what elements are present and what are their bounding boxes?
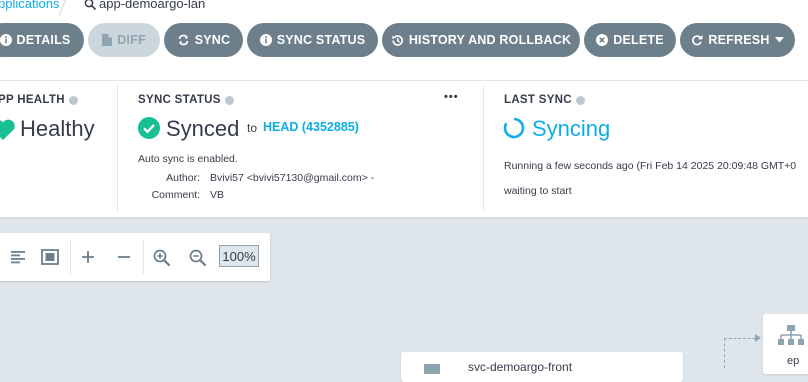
align-left-icon[interactable] [7, 247, 29, 267]
help-icon[interactable] [224, 95, 234, 105]
diff-button-label: DIFF [117, 33, 146, 47]
revision-link[interactable]: HEAD (4352885) [263, 120, 359, 134]
help-icon[interactable] [575, 95, 585, 105]
breadcrumb-applications-link[interactable]: pplications [0, 0, 59, 11]
column-divider [117, 85, 118, 211]
minus-icon[interactable] [113, 247, 135, 267]
sync-status-title-text: SYNC STATUS [138, 94, 221, 106]
status-panel [0, 81, 808, 217]
sync-button[interactable]: SYNC [164, 23, 243, 57]
zoom-out-icon[interactable] [186, 247, 208, 267]
control-divider [70, 240, 71, 274]
sync-status-title: SYNC STATUS [138, 94, 234, 106]
graph-edge [724, 338, 725, 368]
endpoint-node-label: ep [787, 355, 800, 367]
history-rollback-button[interactable]: HISTORY AND ROLLBACK [382, 23, 580, 57]
app-health-value: Healthy [20, 116, 95, 141]
more-options-icon[interactable]: ••• [444, 91, 459, 103]
edge-arrow-icon [755, 334, 761, 342]
service-icon [424, 364, 440, 374]
delete-icon [596, 34, 609, 46]
heart-icon [0, 119, 15, 140]
delete-button-label: DELETE [613, 33, 664, 47]
help-icon[interactable] [68, 95, 78, 105]
column-divider [483, 85, 484, 211]
author-value: Bvivi57 <bvivi57130@gmail.com> - [210, 172, 375, 184]
diff-button[interactable]: DIFF [88, 23, 160, 57]
last-sync-running: Running a few seconds ago (Fri Feb 14 20… [504, 160, 797, 172]
check-circle-icon [138, 117, 160, 139]
caret-down-icon[interactable] [774, 37, 784, 43]
comment-label: Comment: [151, 189, 200, 201]
history-icon [391, 34, 403, 46]
author-label: Author: [166, 172, 200, 184]
control-divider [143, 240, 144, 274]
sync-status-value: Synced [166, 116, 240, 141]
last-sync-value: Syncing [532, 116, 611, 141]
breadcrumb: pplications app-demoargo-lan [0, 0, 808, 16]
details-button[interactable]: DETAILS [0, 23, 84, 57]
network-icon [778, 325, 804, 345]
app-health-title-text: PP HEALTH [0, 94, 65, 106]
last-sync-title: LAST SYNC [504, 94, 585, 106]
plus-icon[interactable] [77, 247, 99, 267]
fit-view-icon[interactable] [39, 247, 61, 267]
last-sync-title-text: LAST SYNC [504, 94, 572, 106]
last-sync-waiting: waiting to start [504, 185, 572, 197]
comment-value: VB [210, 189, 225, 201]
refresh-button[interactable]: REFRESH [680, 23, 795, 57]
info-icon [0, 34, 12, 46]
breadcrumb-current[interactable]: app-demoargo-lan [84, 0, 205, 11]
app-health-title: PP HEALTH [0, 94, 78, 106]
refresh-icon [692, 35, 703, 46]
zoom-level-input[interactable]: 100% [219, 245, 259, 267]
breadcrumb-separator [58, 0, 69, 16]
spinner-icon [503, 117, 525, 139]
sync-status-button-label: SYNC STATUS [276, 33, 366, 47]
details-button-label: DETAILS [16, 33, 71, 47]
resource-node-name: svc-demoargo-front [468, 360, 573, 374]
sync-button-label: SYNC [194, 33, 231, 47]
zoom-in-icon[interactable] [150, 247, 172, 267]
auto-sync-text: Auto sync is enabled. [138, 153, 238, 165]
history-button-label: HISTORY AND ROLLBACK [408, 33, 572, 47]
breadcrumb-current-label: app-demoargo-lan [99, 0, 206, 11]
refresh-button-label: REFRESH [708, 33, 770, 47]
sync-to-text: to [247, 121, 258, 135]
search-icon [84, 0, 96, 10]
delete-button[interactable]: DELETE [584, 23, 676, 57]
sync-status-button[interactable]: SYNC STATUS [247, 23, 378, 57]
sync-icon [178, 34, 189, 46]
info-icon [259, 34, 272, 46]
file-icon [102, 34, 113, 46]
